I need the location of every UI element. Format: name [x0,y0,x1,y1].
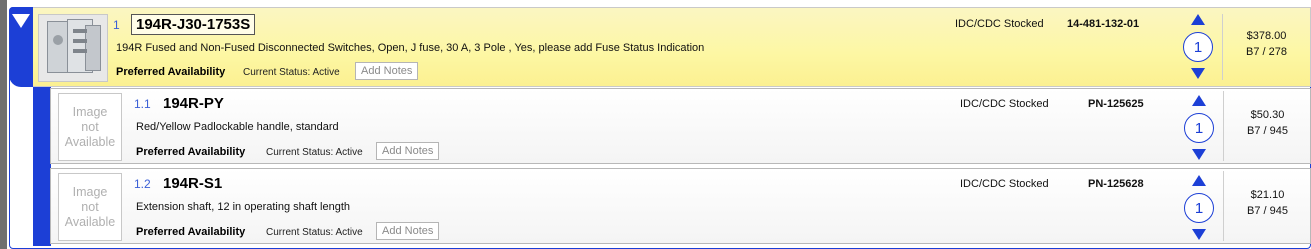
catalog-number: PN-125628 [1088,178,1144,190]
price-column: $50.30 B7 / 945 [1223,91,1311,161]
quantity-stepper[interactable]: 1 [1183,12,1215,84]
line-item-index: 1 [113,18,120,32]
stock-count: B7 / 278 [1246,46,1287,58]
line-item-sub[interactable]: Image not Available 1.1 194R-PY Red/Yell… [50,88,1311,164]
catalog-number: PN-125625 [1088,98,1144,110]
add-notes-button[interactable]: Add Notes [376,222,440,240]
placeholder-line: Image [72,184,108,199]
part-number[interactable]: 194R-J30-1753S [131,14,256,35]
availability-label: Preferred Availability [136,146,246,158]
price: $50.30 [1250,109,1285,121]
price: $21.10 [1250,189,1285,201]
placeholder-line: Image [72,104,108,119]
collapse-toggle[interactable] [10,10,32,32]
quantity-value[interactable]: 1 [1183,32,1213,62]
stock-label: IDC/CDC Stocked [960,98,1049,110]
triangle-down-icon[interactable] [1192,149,1206,160]
triangle-down-icon[interactable] [1192,229,1206,240]
line-item-main[interactable]: 1 194R-J30-1753S 194R Fused and Non-Fuse… [33,7,1311,87]
placeholder-line: not [81,119,99,134]
quantity-stepper[interactable]: 1 [1184,173,1216,243]
status-label: Current Status: Active [266,147,363,158]
availability-label: Preferred Availability [136,226,246,238]
catalog-number: 14-481-132-01 [1067,18,1140,30]
stock-label: IDC/CDC Stocked [960,178,1049,190]
triangle-down-icon[interactable] [1191,68,1205,79]
image-placeholder: Image not Available [58,173,122,241]
triangle-up-icon[interactable] [1191,14,1205,25]
price-column: $378.00 B7 / 278 [1222,14,1310,80]
item-description: Red/Yellow Padlockable handle, standard [136,121,339,133]
add-notes-button[interactable]: Add Notes [355,62,419,80]
price-column: $21.10 B7 / 945 [1223,171,1311,241]
collapse-triangle-icon [12,14,30,28]
part-number[interactable]: 194R-S1 [163,175,222,192]
image-placeholder: Image not Available [58,93,122,161]
line-item-index: 1.1 [134,97,151,111]
sub-items-blue-band [33,86,51,246]
triangle-up-icon[interactable] [1192,175,1206,186]
status-label: Current Status: Active [266,227,363,238]
part-number[interactable]: 194R-PY [163,95,224,112]
stock-count: B7 / 945 [1247,205,1288,217]
quantity-stepper[interactable]: 1 [1184,93,1216,163]
stock-label: IDC/CDC Stocked [955,18,1044,30]
status-label: Current Status: Active [243,67,340,78]
price: $378.00 [1246,30,1287,42]
triangle-up-icon[interactable] [1192,95,1206,106]
add-notes-button[interactable]: Add Notes [376,142,440,160]
availability-label: Preferred Availability [116,66,226,78]
window-left-edge [0,0,7,249]
line-item-sub[interactable]: Image not Available 1.2 194R-S1 Extensio… [50,168,1311,244]
quantity-value[interactable]: 1 [1184,193,1214,223]
quantity-value[interactable]: 1 [1184,113,1214,143]
item-description: Extension shaft, 12 in operating shaft l… [136,201,351,213]
disconnect-switch-image [41,17,105,79]
stock-count: B7 / 945 [1247,125,1288,137]
placeholder-line: not [81,199,99,214]
line-item-index: 1.2 [134,177,151,191]
placeholder-line: Available [64,214,116,229]
product-image [38,14,108,82]
item-description: 194R Fused and Non-Fused Disconnected Sw… [116,42,705,54]
placeholder-line: Available [64,134,116,149]
